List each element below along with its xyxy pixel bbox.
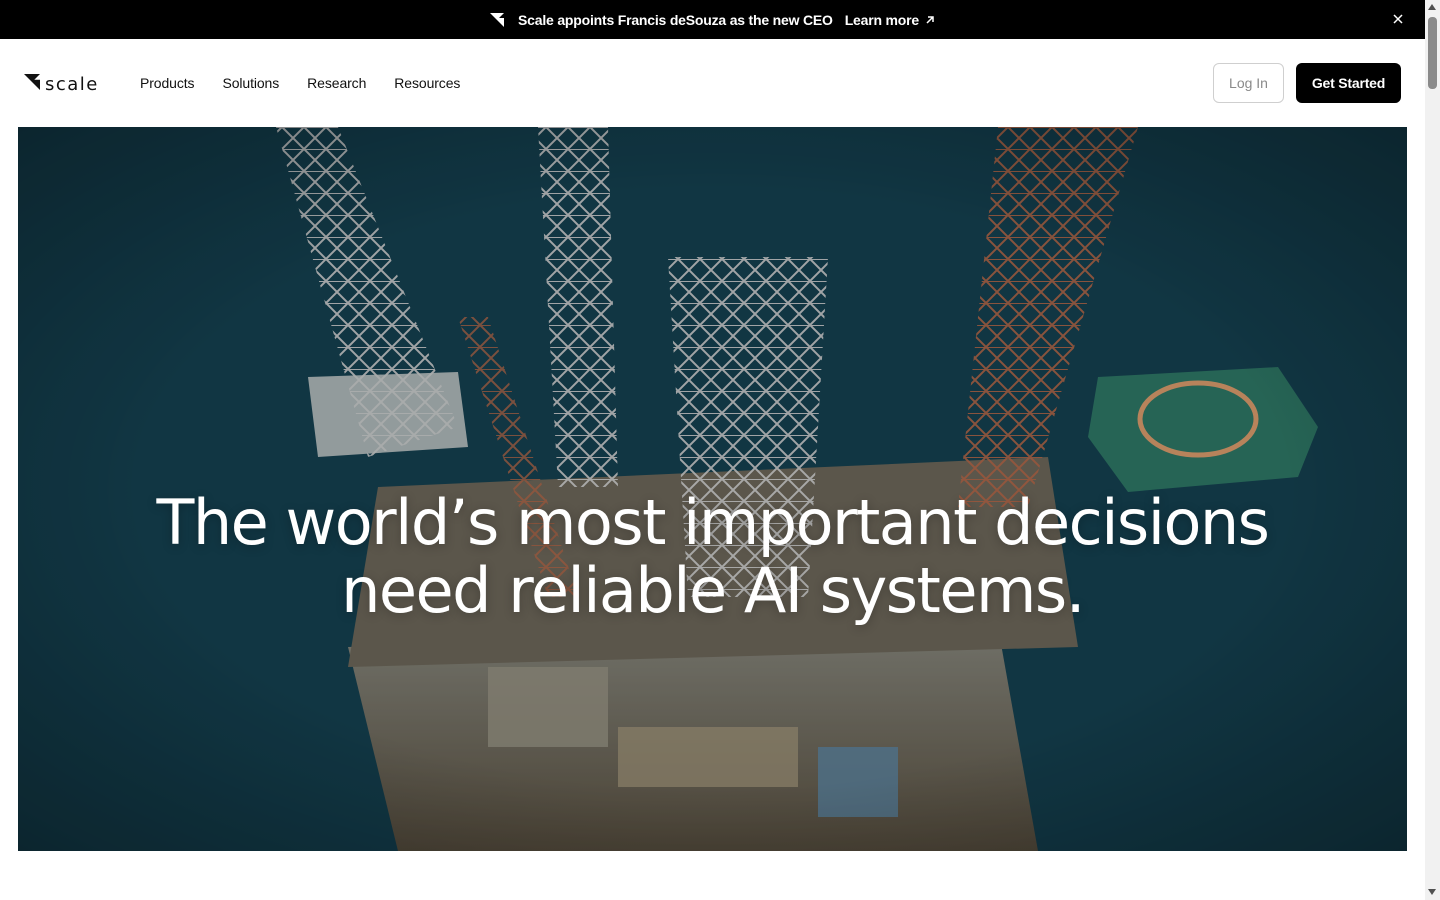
page: Scale appoints Francis deSouza as the ne…	[0, 0, 1440, 900]
brand-logo[interactable]: scale	[24, 74, 99, 95]
scroll-down-arrow-icon[interactable]	[1428, 889, 1436, 895]
learn-more-link[interactable]: Learn more	[845, 12, 935, 28]
scale-logo-icon	[490, 12, 505, 27]
page-scrollbar[interactable]	[1425, 0, 1440, 900]
nav-item-research[interactable]: Research	[307, 72, 366, 94]
nav-item-resources[interactable]: Resources	[394, 72, 460, 94]
hero-headline-line2: need reliable AI systems.	[341, 554, 1085, 627]
scale-logo-icon	[24, 74, 40, 95]
hero-headline: The world’s most important decisions nee…	[18, 489, 1407, 625]
hero-headline-line1: The world’s most important decisions	[156, 486, 1270, 559]
nav-item-solutions[interactable]: Solutions	[222, 72, 279, 94]
arrow-up-right-icon	[925, 12, 935, 28]
nav-item-products[interactable]: Products	[140, 72, 195, 94]
main-nav: scale Products Solutions Research Resour…	[0, 39, 1425, 127]
brand-wordmark: scale	[45, 73, 99, 95]
login-button[interactable]: Log In	[1213, 63, 1284, 103]
scroll-up-arrow-icon[interactable]	[1428, 4, 1436, 10]
close-icon[interactable]	[1391, 12, 1405, 26]
announcement-bar: Scale appoints Francis deSouza as the ne…	[0, 0, 1425, 39]
announcement-text: Scale appoints Francis deSouza as the ne…	[518, 11, 833, 28]
nav-menu: Products Solutions Research Resources	[140, 72, 460, 94]
hero-image: The world’s most important decisions nee…	[18, 127, 1407, 851]
learn-more-label: Learn more	[844, 11, 919, 28]
scrollbar-thumb[interactable]	[1428, 17, 1437, 89]
get-started-button[interactable]: Get Started	[1296, 63, 1401, 103]
